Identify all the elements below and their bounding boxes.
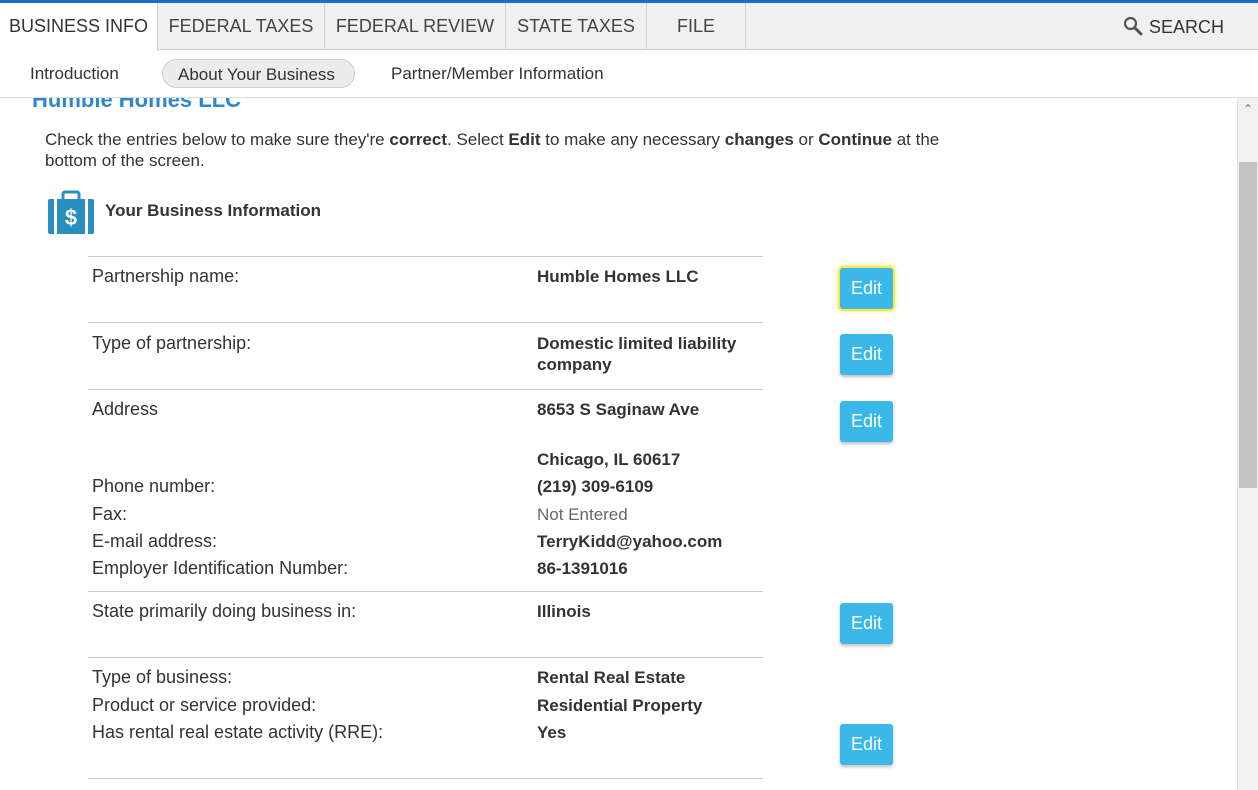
edit-business-type-button[interactable]: Edit <box>840 724 893 765</box>
tab-file[interactable]: FILE <box>647 3 746 50</box>
sub-navigation: Introduction About Your Business Partner… <box>0 50 1258 98</box>
state-label: State primarily doing business in: <box>92 601 357 621</box>
tab-federal-taxes[interactable]: FEDERAL TAXES <box>158 3 325 50</box>
product-label: Product or service provided: <box>92 695 317 715</box>
address-label: Address <box>92 399 159 419</box>
rre-value: Yes <box>537 723 567 742</box>
partnership-name-label: Partnership name: <box>92 266 240 286</box>
email-value: TerryKidd@yahoo.com <box>537 532 723 551</box>
address-city-value: Chicago, IL 60617 <box>537 450 681 469</box>
search-label: SEARCH <box>1148 17 1224 37</box>
business-type-label: Type of business: <box>92 667 233 687</box>
phone-label: Phone number: <box>92 476 216 496</box>
row-divider <box>88 256 763 257</box>
subnav-introduction[interactable]: Introduction <box>30 59 119 88</box>
scroll-up-arrow-icon[interactable]: ⌃ <box>1238 100 1258 118</box>
rre-label: Has rental real estate activity (RRE): <box>92 722 384 742</box>
address-street-value: 8653 S Saginaw Ave <box>537 400 700 419</box>
instructions-text: Check the entries below to make sure the… <box>45 130 940 170</box>
scrollbar-thumb[interactable] <box>1239 162 1257 488</box>
edit-partnership-type-button[interactable]: Edit <box>840 334 893 375</box>
vertical-scrollbar[interactable]: ⌃ <box>1237 98 1258 790</box>
fax-value: Not Entered <box>537 505 628 524</box>
fax-label: Fax: <box>92 504 128 524</box>
row-divider <box>88 389 763 390</box>
main-content: Humble Homes LLC Check the entries below… <box>0 98 1237 790</box>
tab-state-taxes[interactable]: STATE TAXES <box>506 3 647 50</box>
subnav-partner-member-information[interactable]: Partner/Member Information <box>391 59 604 88</box>
partnership-type-value: Domestic limited liability company <box>537 334 737 374</box>
edit-state-button[interactable]: Edit <box>840 603 893 644</box>
row-divider <box>88 657 763 658</box>
row-divider <box>88 322 763 323</box>
row-divider <box>88 591 763 592</box>
product-value: Residential Property <box>537 696 703 715</box>
tab-business-info[interactable]: BUSINESS INFO <box>0 3 158 51</box>
page-title: Humble Homes LLC <box>32 98 242 112</box>
phone-value: (219) 309-6109 <box>537 477 654 496</box>
ein-value: 86-1391016 <box>537 559 628 578</box>
partnership-type-label: Type of partnership: <box>92 333 252 353</box>
partnership-name-value: Humble Homes LLC <box>537 267 699 286</box>
briefcase-dollar-icon: $ <box>46 190 96 241</box>
tab-federal-review[interactable]: FEDERAL REVIEW <box>325 3 506 50</box>
section-title: Your Business Information <box>105 201 321 220</box>
state-value: Illinois <box>537 602 591 621</box>
svg-text:$: $ <box>65 205 77 230</box>
business-type-value: Rental Real Estate <box>537 668 686 687</box>
row-divider <box>88 778 763 779</box>
ein-label: Employer Identification Number: <box>92 558 349 578</box>
search-button[interactable]: SEARCH <box>1123 3 1224 50</box>
email-label: E-mail address: <box>92 531 218 551</box>
main-tab-bar: BUSINESS INFO FEDERAL TAXES FEDERAL REVI… <box>0 3 1258 51</box>
search-icon <box>1123 16 1143 36</box>
edit-address-button[interactable]: Edit <box>840 401 893 442</box>
subnav-about-your-business[interactable]: About Your Business <box>162 59 355 88</box>
edit-partnership-name-button[interactable]: Edit <box>840 268 893 309</box>
